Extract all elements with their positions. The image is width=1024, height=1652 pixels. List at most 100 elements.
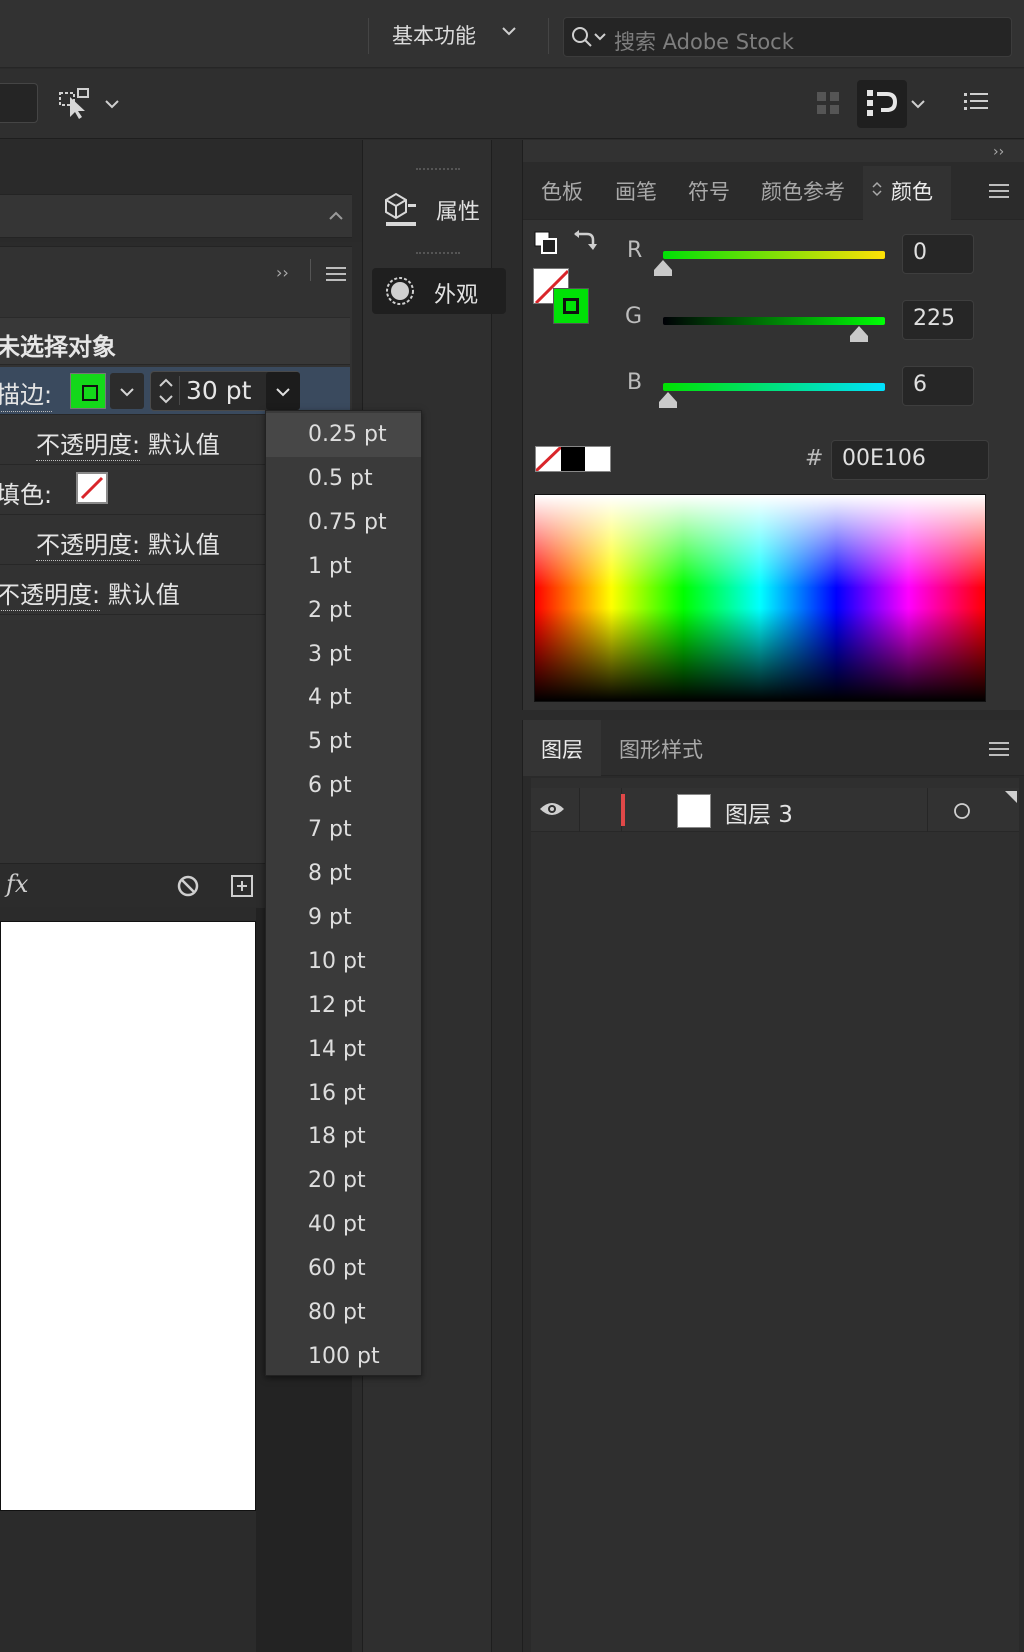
workspace-switcher[interactable]: 基本功能: [392, 20, 476, 50]
menu-item-weight[interactable]: 2 pt: [266, 589, 421, 633]
blue-input[interactable]: 6: [902, 366, 974, 406]
menu-item-weight[interactable]: 4 pt: [266, 676, 421, 720]
clear-appearance-icon[interactable]: [176, 874, 200, 902]
menu-item-weight[interactable]: 5 pt: [266, 720, 421, 764]
stroke-row[interactable]: 描边: 30 pt: [0, 367, 350, 415]
menu-item-weight[interactable]: 100 pt: [266, 1335, 421, 1379]
duplicate-item-icon[interactable]: [230, 874, 254, 902]
transform-select-icon[interactable]: [58, 87, 92, 125]
panel-menu-icon[interactable]: [989, 742, 1009, 756]
green-slider-thumb[interactable]: [849, 326, 868, 342]
menu-item-weight[interactable]: 0.25 pt: [266, 413, 421, 457]
swap-colors-icon[interactable]: [571, 228, 597, 258]
color-spectrum[interactable]: [534, 494, 986, 702]
tab-brushes[interactable]: 画笔: [615, 176, 657, 206]
tab-symbols[interactable]: 符号: [688, 176, 730, 206]
menu-item-weight[interactable]: 3 pt: [266, 633, 421, 677]
arrange-documents-button[interactable]: [857, 80, 907, 128]
red-slider[interactable]: [663, 251, 885, 259]
stroke-opacity-label[interactable]: 不透明度:: [36, 431, 141, 461]
fill-opacity-label[interactable]: 不透明度:: [36, 531, 141, 561]
chevron-down-icon[interactable]: [910, 95, 926, 114]
green-input[interactable]: 225: [902, 300, 974, 340]
fill-swatch-none[interactable]: [76, 472, 108, 504]
red-slider-thumb[interactable]: [654, 260, 672, 276]
stroke-label[interactable]: 描边:: [0, 375, 53, 412]
menu-item-weight[interactable]: 0.5 pt: [266, 457, 421, 501]
artboard[interactable]: [0, 921, 256, 1511]
black-swatch[interactable]: [560, 447, 586, 471]
white-swatch[interactable]: [585, 447, 611, 471]
search-input[interactable]: 搜索 Adobe Stock: [614, 26, 794, 56]
tab-swatches[interactable]: 色板: [541, 176, 583, 206]
layer-color-indicator: [621, 794, 625, 826]
menu-item-weight[interactable]: 1 pt: [266, 545, 421, 589]
menu-item-weight[interactable]: 18 pt: [266, 1115, 421, 1159]
expand-panels-icon[interactable]: ››: [993, 144, 1004, 160]
stroke-opacity-value: 默认值: [147, 431, 220, 459]
fill-label: 填色:: [0, 481, 53, 509]
grid-icon[interactable]: [816, 91, 840, 119]
default-colors-icon[interactable]: [533, 230, 559, 260]
stroke-color-swatch[interactable]: [553, 288, 589, 324]
tab-graphic-styles[interactable]: 图形样式: [619, 734, 703, 764]
stroke-inner: [563, 298, 579, 314]
search-icon[interactable]: [570, 25, 610, 55]
chevron-down-icon[interactable]: [500, 22, 518, 43]
chevron-down-icon[interactable]: [104, 95, 120, 114]
green-slider[interactable]: [663, 317, 885, 325]
divider: [368, 18, 369, 54]
none-swatch[interactable]: [536, 447, 561, 471]
properties-panel-button[interactable]: 属性: [372, 176, 502, 240]
stroke-swatch[interactable]: [70, 373, 106, 409]
adobe-stock-search[interactable]: 搜索 Adobe Stock: [563, 17, 1012, 57]
menu-item-weight[interactable]: 16 pt: [266, 1072, 421, 1116]
target-circle-icon[interactable]: [953, 802, 971, 824]
menu-item-weight[interactable]: 8 pt: [266, 852, 421, 896]
blue-slider-thumb[interactable]: [659, 392, 678, 408]
add-effect-button[interactable]: fx: [6, 870, 28, 898]
panel-menu-icon[interactable]: [989, 184, 1009, 198]
stroke-weight-input[interactable]: 30 pt: [179, 376, 251, 405]
tab-layers[interactable]: 图层: [541, 734, 583, 764]
menu-item-weight[interactable]: 12 pt: [266, 984, 421, 1028]
red-input[interactable]: 0: [902, 234, 974, 274]
appearance-label: 外观: [434, 283, 479, 308]
menu-item-weight[interactable]: 7 pt: [266, 808, 421, 852]
menu-item-weight[interactable]: 9 pt: [266, 896, 421, 940]
expand-panel-icon[interactable]: ››: [276, 263, 289, 282]
appearance-panel-button[interactable]: 外观: [372, 268, 506, 314]
menu-item-weight[interactable]: 20 pt: [266, 1159, 421, 1203]
object-opacity-label[interactable]: 不透明度:: [0, 581, 101, 611]
blue-slider[interactable]: [663, 383, 885, 391]
fill-opacity[interactable]: 不透明度: 默认值: [36, 525, 220, 561]
stroke-weight-dropdown[interactable]: [266, 372, 300, 410]
panel-menu-icon[interactable]: [326, 267, 346, 281]
menu-item-weight[interactable]: 0.75 pt: [266, 501, 421, 545]
menu-item-weight[interactable]: 6 pt: [266, 764, 421, 808]
object-opacity[interactable]: 不透明度: 默认值: [0, 575, 180, 611]
layer-name[interactable]: 图层 3: [725, 795, 793, 829]
object-opacity-value: 默认值: [107, 581, 180, 609]
menu-item-weight[interactable]: 60 pt: [266, 1247, 421, 1291]
appearance-icon: [384, 275, 416, 311]
drag-grip[interactable]: [416, 252, 460, 256]
tab-color[interactable]: 颜色: [891, 176, 933, 206]
stroke-swatch-dropdown[interactable]: [110, 373, 144, 409]
layer-row[interactable]: 图层 3: [531, 788, 1019, 832]
drag-grip[interactable]: [416, 168, 460, 172]
hex-input[interactable]: 00E106: [831, 440, 989, 480]
list-icon[interactable]: [964, 91, 988, 117]
divider: [579, 788, 580, 832]
visibility-eye-icon[interactable]: [539, 800, 565, 822]
hex-label: #: [805, 446, 824, 471]
tab-color-guide[interactable]: 颜色参考: [761, 176, 845, 206]
menu-item-weight[interactable]: 40 pt: [266, 1203, 421, 1247]
stroke-opacity[interactable]: 不透明度: 默认值: [36, 425, 220, 461]
chevron-up-icon[interactable]: [328, 207, 344, 226]
layers-panel-tabs: 图层 图形样式: [523, 720, 1024, 776]
menu-item-weight[interactable]: 80 pt: [266, 1291, 421, 1335]
control-input[interactable]: [0, 83, 38, 123]
menu-item-weight[interactable]: 14 pt: [266, 1028, 421, 1072]
menu-item-weight[interactable]: 10 pt: [266, 940, 421, 984]
